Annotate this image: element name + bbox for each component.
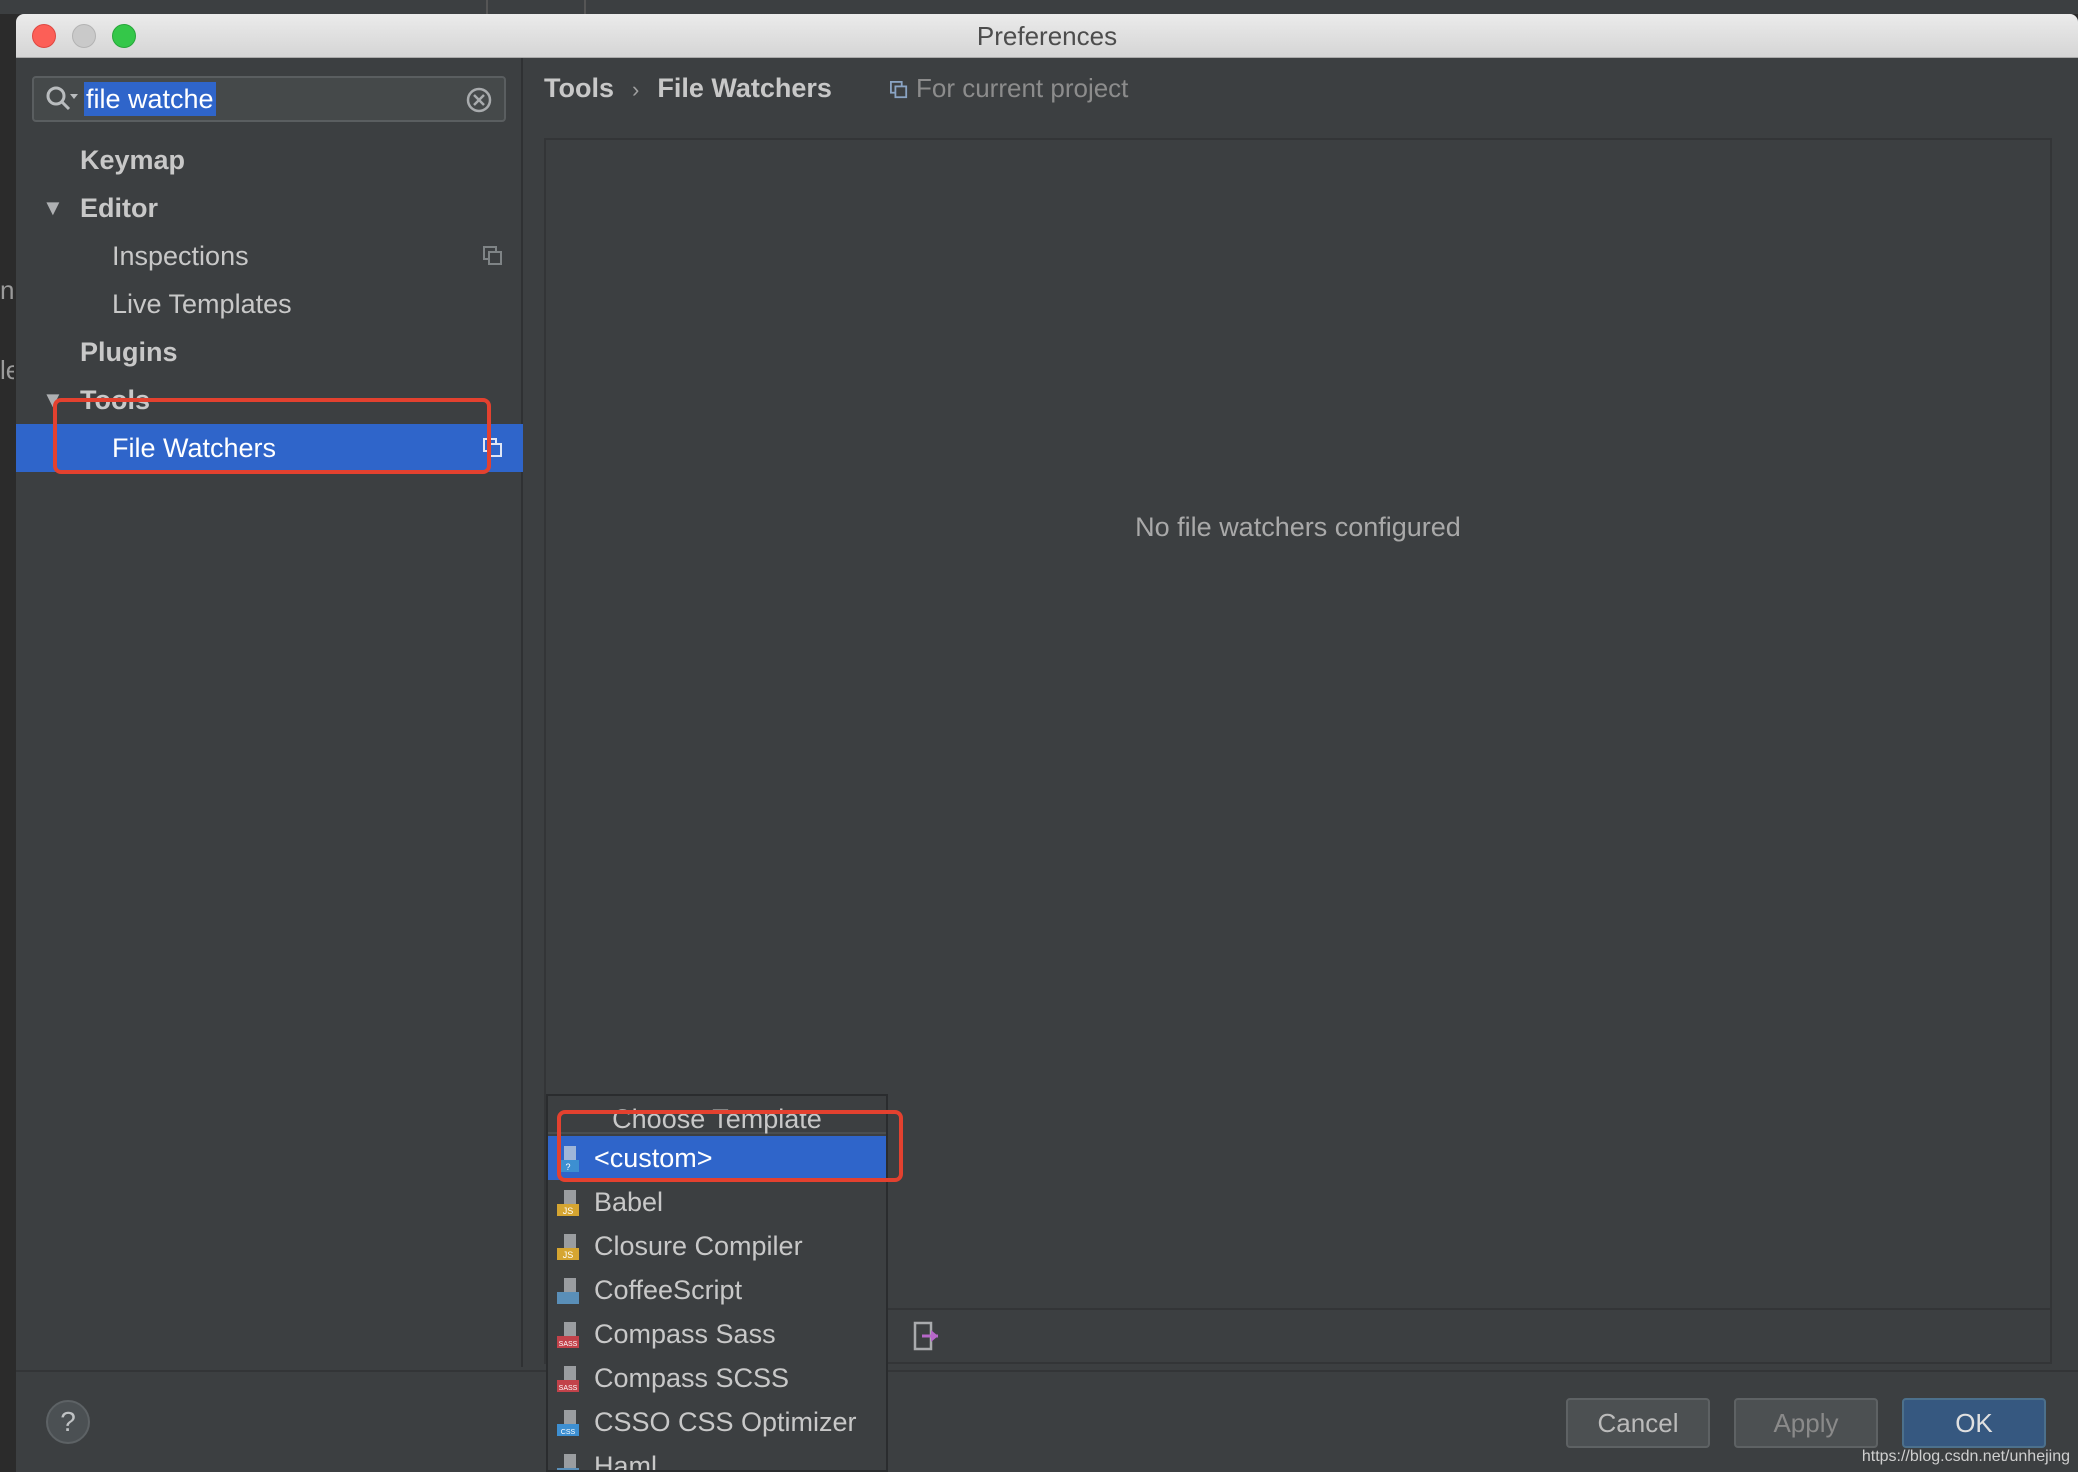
template-item-label: Babel (594, 1187, 664, 1217)
search-icon[interactable] (44, 84, 78, 114)
breadcrumb-current: File Watchers (657, 73, 832, 103)
preferences-dialog: Preferences file watche Keymap ▼ Editor … (16, 14, 2078, 1472)
help-button[interactable]: ? (46, 1400, 90, 1444)
js-file-icon: JS (557, 1190, 579, 1216)
template-item[interactable]: JS Closure Compiler (548, 1224, 886, 1268)
empty-state-text: No file watchers configured (1135, 512, 1461, 542)
annotation-highlight (53, 398, 491, 474)
ok-button[interactable]: OK (1902, 1398, 2046, 1448)
cancel-button[interactable]: Cancel (1566, 1398, 1710, 1448)
window-title: Preferences (976, 21, 1118, 51)
js-file-icon: JS (557, 1234, 579, 1260)
search-box[interactable]: file watche (32, 76, 506, 122)
template-item-label: Haml (594, 1451, 658, 1472)
import-icon[interactable] (912, 1320, 940, 1352)
svg-text:SASS: SASS (559, 1341, 578, 1348)
haml-file-icon (557, 1454, 579, 1470)
svg-text:JS: JS (563, 1206, 574, 1216)
tree-item-keymap[interactable]: Keymap (16, 136, 523, 184)
background-left-letters: n le (0, 250, 14, 410)
breadcrumb-separator: › (632, 77, 640, 102)
annotation-highlight (557, 1110, 903, 1182)
background-letter: le (0, 355, 14, 385)
sass-file-icon: SASS (557, 1366, 579, 1392)
background-letter: n (0, 275, 14, 305)
clear-search-icon[interactable] (466, 87, 492, 113)
tree-item-label: Plugins (80, 337, 178, 367)
template-item[interactable]: Haml (548, 1444, 886, 1472)
tree-item-label: Inspections (112, 241, 249, 271)
project-scope-icon (483, 246, 502, 265)
watermark-text: https://blog.csdn.net/unhejing (1861, 1448, 2070, 1465)
svg-text:SASS: SASS (559, 1385, 578, 1392)
svg-text:JS: JS (563, 1250, 574, 1260)
tree-item-inspections[interactable]: Inspections (16, 232, 523, 280)
coffee-file-icon (557, 1278, 579, 1304)
dialog-button-bar: ? Cancel Apply OK (16, 1370, 2078, 1472)
settings-tree-pane: file watche Keymap ▼ Editor Inspections … (16, 58, 523, 1367)
scope-indicator: For current project (890, 58, 1128, 118)
template-item-label: CSSO CSS Optimizer (594, 1407, 857, 1437)
tree-item-label: Keymap (80, 145, 186, 175)
css-file-icon: CSS (557, 1410, 579, 1436)
project-scope-icon (890, 81, 908, 99)
breadcrumb-parent[interactable]: Tools (544, 73, 614, 103)
svg-text:CSS: CSS (561, 1429, 576, 1436)
scope-label: For current project (916, 73, 1129, 103)
apply-button[interactable]: Apply (1734, 1398, 1878, 1448)
tree-item-label: Editor (80, 193, 158, 223)
template-item-label: Compass Sass (594, 1319, 776, 1349)
title-bar: Preferences (16, 14, 2078, 58)
template-item[interactable]: SASS Compass Sass (548, 1312, 886, 1356)
template-item[interactable]: CSS CSSO CSS Optimizer (548, 1400, 886, 1444)
breadcrumb: Tools › File Watchers (544, 58, 832, 118)
search-input[interactable]: file watche (84, 82, 216, 116)
template-item-label: Closure Compiler (594, 1231, 803, 1261)
template-item-label: CoffeeScript (594, 1275, 743, 1305)
sass-file-icon: SASS (557, 1322, 579, 1348)
background-tab-strip (0, 0, 2078, 14)
template-item[interactable]: JS Babel (548, 1180, 886, 1224)
template-item-label: Compass SCSS (594, 1363, 790, 1393)
tree-item-live-templates[interactable]: Live Templates (16, 280, 523, 328)
tree-item-editor[interactable]: ▼ Editor (16, 184, 523, 232)
template-item[interactable]: SASS Compass SCSS (548, 1356, 886, 1400)
tree-item-label: Live Templates (112, 289, 292, 319)
tree-item-plugins[interactable]: Plugins (16, 328, 523, 376)
background-divider (584, 0, 586, 14)
background-divider (486, 0, 488, 14)
template-item[interactable]: CoffeeScript (548, 1268, 886, 1312)
expand-arrow-icon[interactable]: ▼ (42, 184, 64, 232)
